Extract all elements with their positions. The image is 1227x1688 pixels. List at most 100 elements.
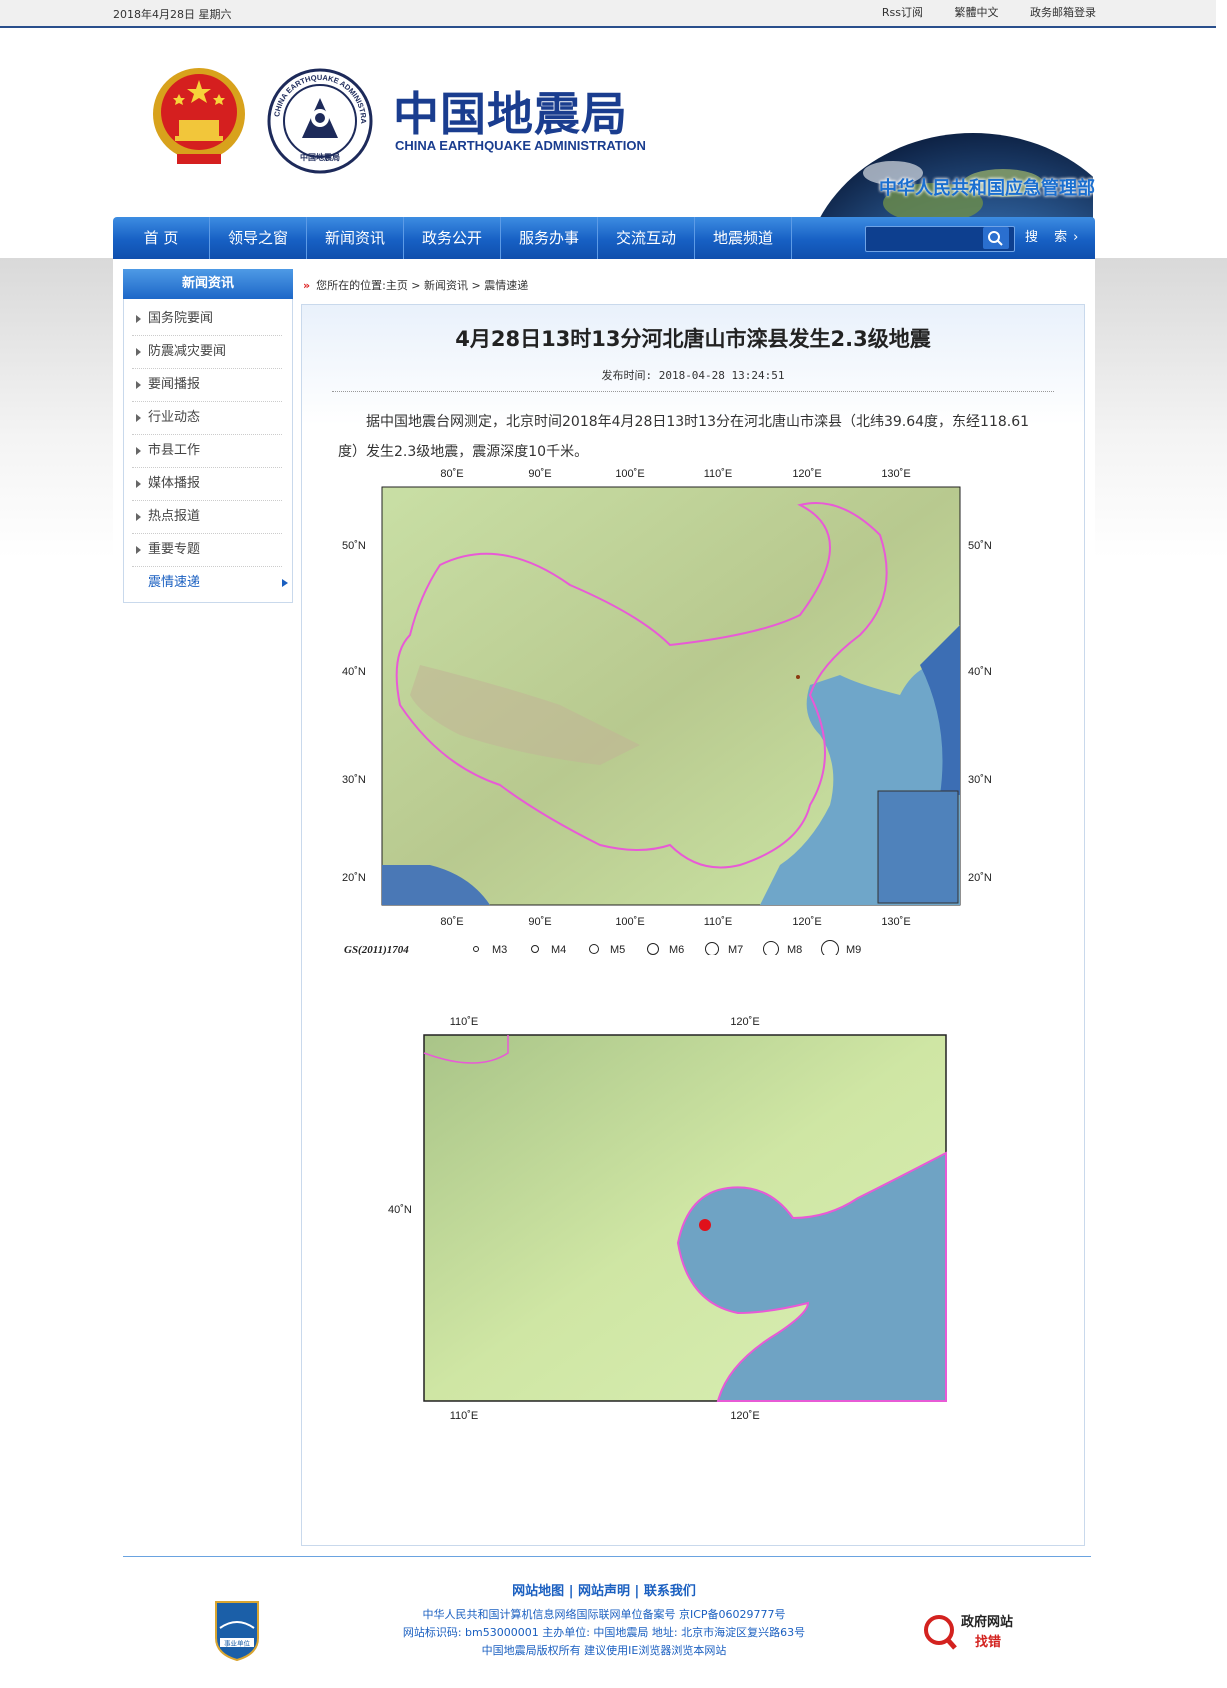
breadcrumb-arrow-icon: »	[303, 279, 311, 292]
magnitude-label: M4	[551, 944, 566, 955]
search-label: 搜 索	[1025, 230, 1074, 245]
sidebar-item-label: 重要专题	[148, 542, 201, 557]
nav-leaders[interactable]: 领导之窗	[210, 217, 307, 259]
china-map: 80˚E 90˚E 100˚E 110˚E 120˚E 130˚E 80˚E 9…	[340, 465, 996, 955]
lat-tick: 30˚N	[968, 774, 992, 786]
badge-label: 事业单位	[224, 1639, 251, 1648]
sidebar-item-quake-express[interactable]: 震情速递	[132, 567, 288, 599]
lon-tick: 110˚E	[704, 468, 733, 480]
sidebar-item-label: 国务院要闻	[148, 311, 214, 326]
lon-tick: 80˚E	[440, 468, 463, 480]
breadcrumb: » 您所在的位置:主页 > 新闻资讯 > 震情速递	[303, 277, 528, 293]
sidebar-list: 国务院要闻 防震减灾要闻 要闻播报 行业动态 市县工作 媒体播报 热点报道 重要…	[124, 303, 292, 599]
bullet-icon	[136, 447, 141, 455]
article-title: 4月28日13时13分河北唐山市滦县发生2.3级地震	[455, 327, 931, 351]
rss-link[interactable]: Rss订阅	[882, 6, 923, 19]
nav-earthquake-channel[interactable]: 地震频道	[695, 217, 792, 259]
lon-tick: 110˚E	[704, 916, 733, 928]
mail-login-link[interactable]: 政务邮箱登录	[1030, 6, 1096, 19]
article: 4月28日13时13分河北唐山市滦县发生2.3级地震 发布时间: 2018-04…	[301, 304, 1085, 1546]
lon-tick: 130˚E	[881, 468, 910, 480]
sidebar-item-label: 热点报道	[148, 509, 201, 524]
lon-tick: 80˚E	[440, 916, 463, 928]
statement-link[interactable]: 网站声明	[578, 1584, 630, 1599]
sitemap-link[interactable]: 网站地图	[512, 1584, 564, 1599]
footer-divider	[123, 1556, 1091, 1557]
magnitude-label: M9	[846, 944, 861, 955]
chevron-right-icon: ›	[1073, 230, 1085, 245]
publish-time: 发布时间: 2018-04-28 13:24:51	[601, 369, 785, 382]
sidebar-item-headlines[interactable]: 要闻播报	[132, 369, 282, 402]
bullet-icon	[136, 348, 141, 356]
gs-code: GS(2011)1704	[344, 944, 409, 955]
active-arrow-icon	[282, 579, 288, 587]
bullet-icon	[136, 414, 141, 422]
sidebar-item-special-topics[interactable]: 重要专题	[132, 534, 282, 567]
sidebar-item-media[interactable]: 媒体播报	[132, 468, 282, 501]
nav-home[interactable]: 首 页	[113, 217, 210, 259]
sidebar-item-hot-reports[interactable]: 热点报道	[132, 501, 282, 534]
lon-tick: 120˚E	[730, 1016, 759, 1028]
footer-links: 网站地图 | 网站声明 | 联系我们	[113, 1580, 1095, 1599]
bullet-icon	[136, 315, 141, 323]
magnitude-label: M3	[492, 944, 507, 955]
lon-tick: 100˚E	[615, 916, 644, 928]
lon-tick: 110˚E	[450, 1016, 479, 1028]
traditional-chinese-link[interactable]: 繁體中文	[955, 6, 999, 19]
content-area: 新闻资讯 国务院要闻 防震减灾要闻 要闻播报 行业动态 市县工作 媒体播报 热点…	[113, 259, 1095, 1554]
sidebar-item-label: 要闻播报	[148, 377, 201, 392]
sidebar-item-local-work[interactable]: 市县工作	[132, 435, 282, 468]
bullet-icon	[136, 513, 141, 521]
lat-tick: 20˚N	[342, 872, 366, 884]
sidebar-item-state-council[interactable]: 国务院要闻	[132, 303, 282, 336]
lat-tick: 50˚N	[968, 540, 992, 552]
nav-services[interactable]: 服务办事	[501, 217, 598, 259]
ministry-title: 中华人民共和国应急管理部	[879, 178, 1095, 199]
sidebar-item-industry[interactable]: 行业动态	[132, 402, 282, 435]
sidebar-item-label: 防震减灾要闻	[148, 344, 227, 359]
lon-tick: 130˚E	[881, 916, 910, 928]
lon-tick: 90˚E	[528, 916, 551, 928]
lon-tick: 110˚E	[450, 1410, 479, 1422]
sidebar-item-label: 行业动态	[148, 410, 201, 425]
lat-tick: 40˚N	[342, 666, 366, 678]
national-emblem-icon	[153, 68, 245, 164]
nav-interaction[interactable]: 交流互动	[598, 217, 695, 259]
footer: 网站地图 | 网站声明 | 联系我们 中华人民共和国计算机信息网络国际联网单位备…	[113, 1580, 1095, 1680]
report-label: 找错	[975, 1634, 1001, 1650]
magnitude-label: M8	[787, 944, 802, 955]
site-title: 中国地震局	[393, 87, 628, 141]
contact-link[interactable]: 联系我们	[644, 1584, 696, 1599]
footer-separator: |	[634, 1584, 640, 1599]
magnitude-label: M7	[728, 944, 743, 955]
lat-tick: 40˚N	[968, 666, 992, 678]
main-nav: 首 页 领导之窗 新闻资讯 政务公开 服务办事 交流互动 地震频道 搜 索›	[113, 217, 1095, 259]
lat-tick: 30˚N	[342, 774, 366, 786]
search-icon[interactable]	[983, 227, 1009, 249]
magnitude-label: M6	[669, 944, 684, 955]
public-institution-badge-icon[interactable]: 事业单位	[210, 1598, 264, 1662]
lon-tick: 120˚E	[730, 1410, 759, 1422]
sidebar-item-label: 市县工作	[148, 443, 201, 458]
seal-cn-text: 中国地震局	[300, 152, 340, 162]
epicenter-marker	[699, 1219, 711, 1231]
lon-tick: 120˚E	[792, 916, 821, 928]
nav-gov-affairs[interactable]: 政务公开	[404, 217, 501, 259]
sidebar-title: 新闻资讯	[123, 269, 293, 299]
search-button[interactable]: 搜 索›	[1025, 217, 1084, 259]
gov-label: 政府网站	[961, 1614, 1013, 1630]
article-body: 据中国地震台网测定，北京时间2018年4月28日13时13分在河北唐山市滦县（北…	[338, 414, 1030, 460]
top-links: Rss订阅 繁體中文 政务邮箱登录	[854, 4, 1096, 20]
gov-website-error-report-icon[interactable]: 政府网站 找错	[921, 1606, 1031, 1656]
epicenter-detail-map: 110˚E 120˚E 110˚E 120˚E 40˚N	[388, 1013, 960, 1425]
current-date: 2018年4月28日 星期六	[113, 8, 232, 21]
lon-tick: 90˚E	[528, 468, 551, 480]
bullet-icon	[136, 480, 141, 488]
site-header: CHINA EARTHQUAKE ADMINISTRATION 中国地震局 中国…	[113, 28, 1095, 243]
bullet-icon	[136, 546, 141, 554]
lat-tick: 50˚N	[342, 540, 366, 552]
nav-news[interactable]: 新闻资讯	[307, 217, 404, 259]
lat-tick: 20˚N	[968, 872, 992, 884]
breadcrumb-text[interactable]: 您所在的位置:主页 > 新闻资讯 > 震情速递	[316, 279, 528, 292]
sidebar-item-disaster-news[interactable]: 防震减灾要闻	[132, 336, 282, 369]
